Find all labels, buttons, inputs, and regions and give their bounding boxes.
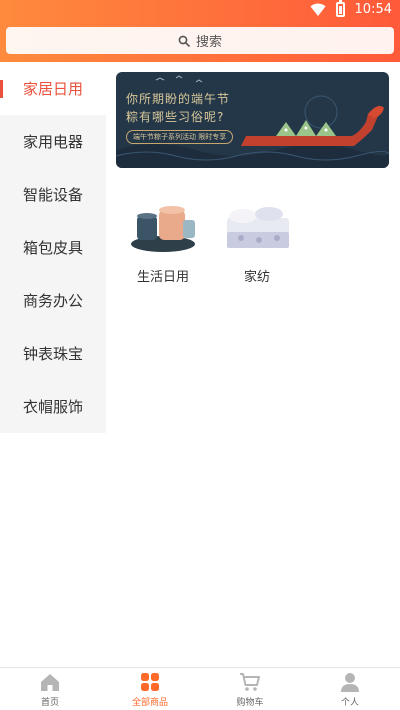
tab-profile[interactable]: 个人 — [300, 668, 400, 710]
status-bar: 10:54 — [0, 0, 400, 22]
grid-icon — [141, 672, 159, 691]
tab-cart[interactable]: 购物车 — [200, 668, 300, 710]
banner-title-line-2: 粽有哪些习俗呢? — [126, 110, 225, 124]
bottom-tab-bar: 首页 全部商品 购物车 个人 — [0, 667, 400, 710]
banner-title-line-1: 你所期盼的端午节 — [126, 92, 231, 106]
category-label: 生活日用 — [136, 270, 189, 285]
cart-icon — [240, 672, 260, 691]
battery-icon — [335, 0, 345, 17]
search-bar[interactable]: 搜索 — [6, 27, 394, 54]
home-icon — [41, 673, 59, 691]
search-icon — [178, 35, 190, 47]
sidebar-item-appliances[interactable]: 家用电器 — [0, 115, 106, 168]
bedding-image — [227, 207, 289, 248]
wifi-icon — [310, 3, 326, 16]
tableware-image — [131, 206, 195, 252]
person-icon — [341, 672, 359, 692]
banner-tag: 端午节粽子系列活动 限时专享 — [126, 130, 234, 144]
app-screen: 10:54 搜索 家居日用 家用电器 智能设备 箱包皮具 商务办公 钟表珠宝 衣… — [0, 0, 400, 710]
promo-banner[interactable]: 你所期盼的端午节 粽有哪些习俗呢? 端午节粽子系列活动 限时专享 — [116, 72, 389, 168]
sidebar-item-office[interactable]: 商务办公 — [0, 274, 106, 327]
status-time: 10:54 — [354, 2, 392, 17]
search-placeholder: 搜索 — [195, 35, 222, 50]
sidebar-item-watches-jewelry[interactable]: 钟表珠宝 — [0, 327, 106, 380]
sidebar-item-smart-devices[interactable]: 智能设备 — [0, 168, 106, 221]
tab-home[interactable]: 首页 — [0, 668, 100, 710]
category-label: 家纺 — [243, 270, 270, 285]
sidebar-item-apparel[interactable]: 衣帽服饰 — [0, 380, 106, 433]
sidebar-item-luggage[interactable]: 箱包皮具 — [0, 221, 106, 274]
category-sidebar: 家居日用 家用电器 智能设备 箱包皮具 商务办公 钟表珠宝 衣帽服饰 — [0, 62, 106, 434]
sidebar-item-home-goods[interactable]: 家居日用 — [0, 62, 106, 115]
tab-all-products[interactable]: 全部商品 — [100, 668, 200, 710]
header: 10:54 搜索 — [0, 0, 400, 62]
category-home-textiles[interactable]: 家纺 — [217, 198, 297, 285]
category-living-goods[interactable]: 生活日用 — [123, 198, 203, 285]
